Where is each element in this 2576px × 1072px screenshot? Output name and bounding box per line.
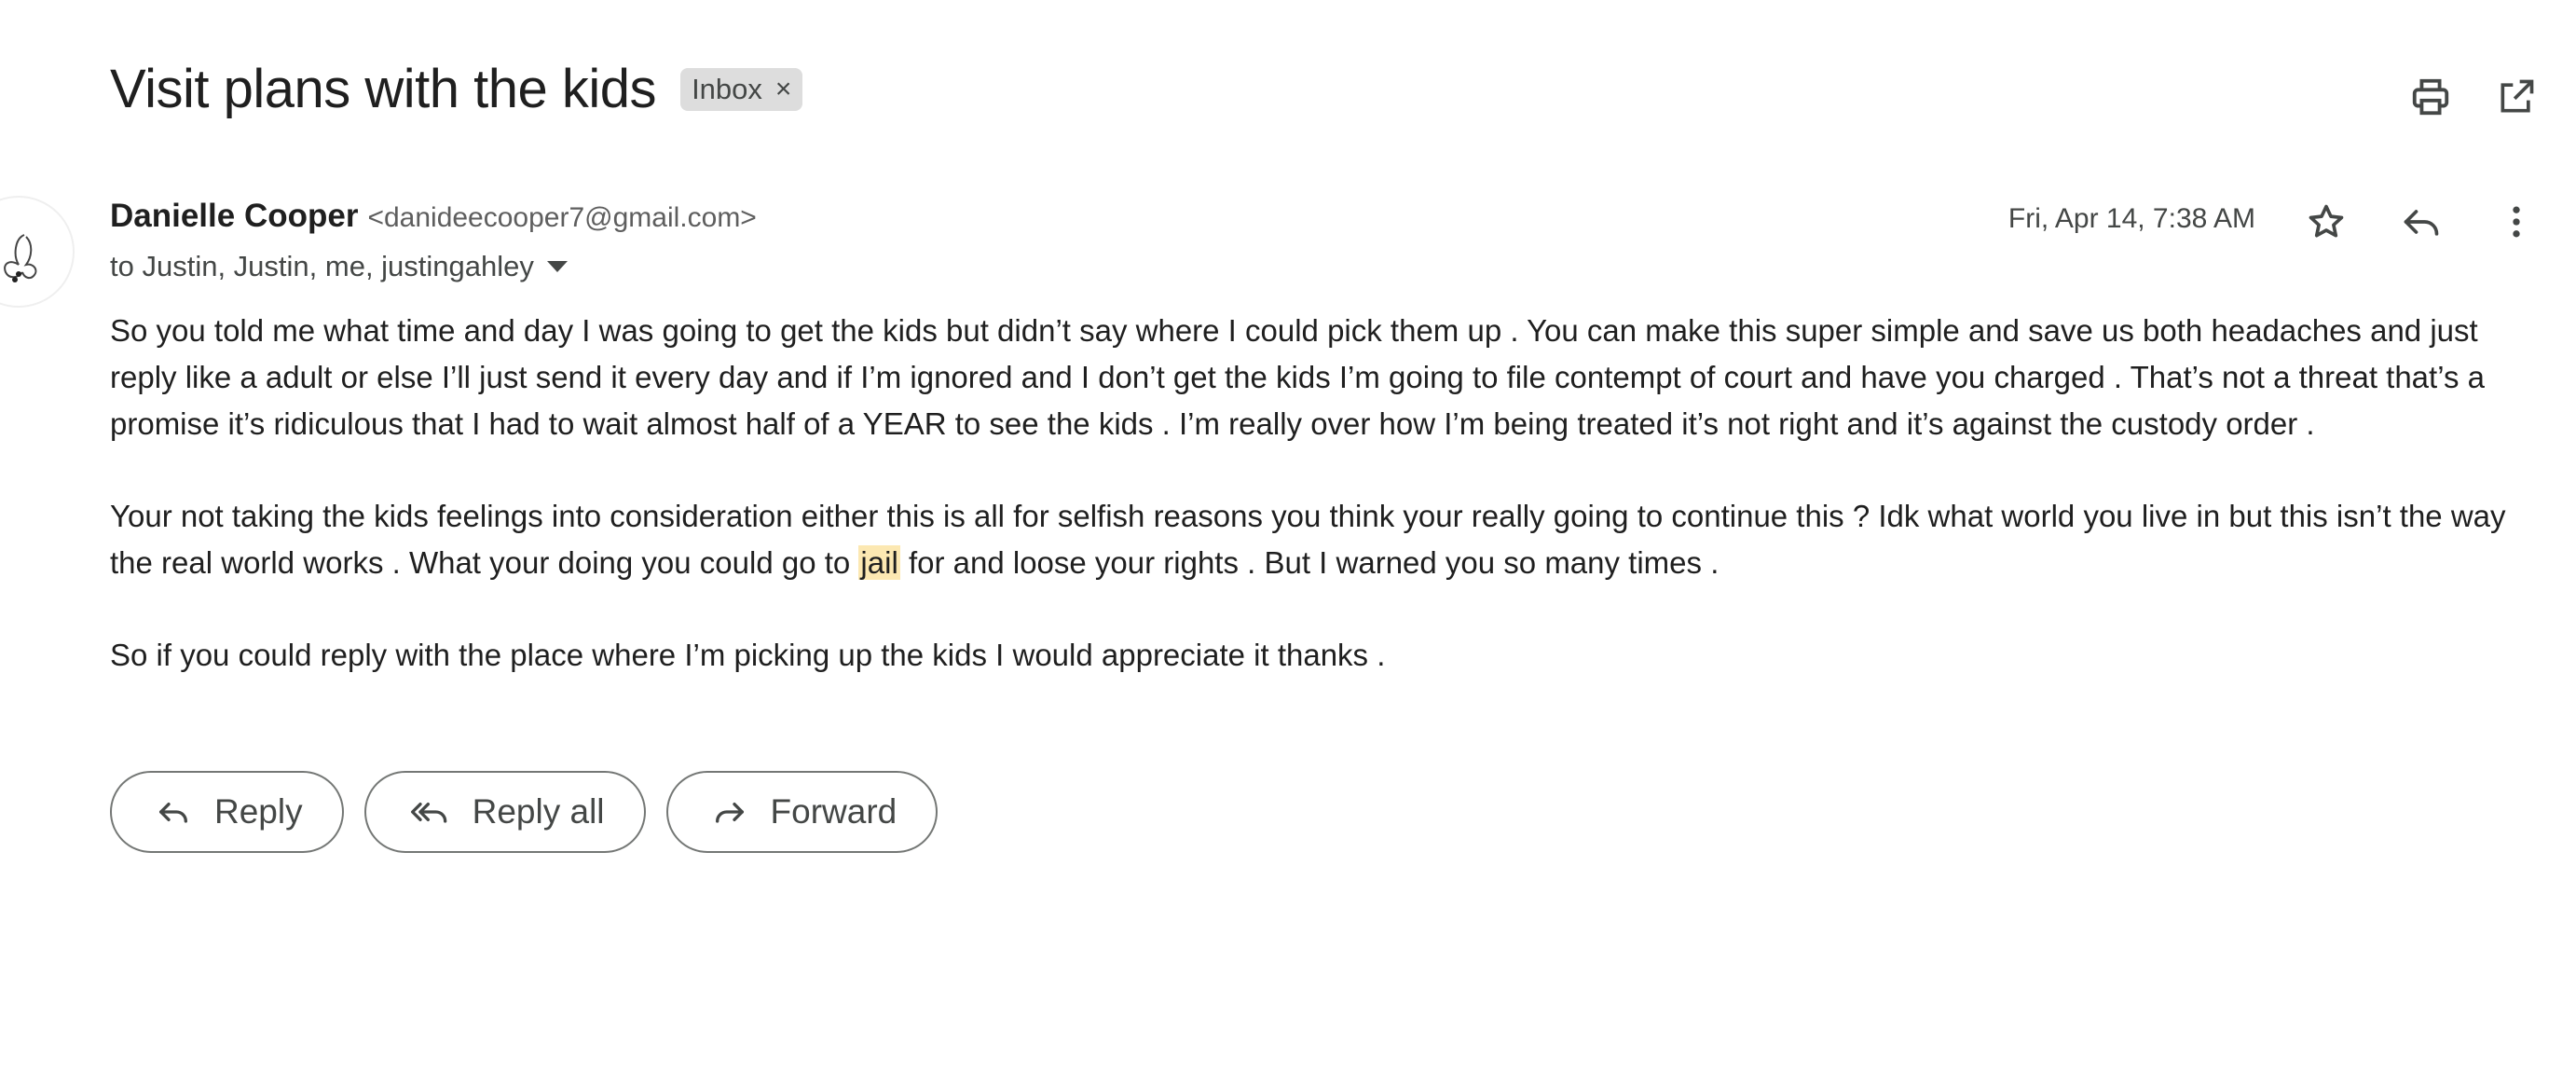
body-paragraph: Your not taking the kids feelings into c… [110, 493, 2533, 586]
reply-all-button[interactable]: Reply all [363, 771, 646, 853]
inbox-label-chip[interactable]: Inbox × [680, 67, 803, 111]
forward-icon [711, 793, 748, 831]
email-subject: Visit plans with the kids [110, 59, 657, 119]
sender-name[interactable]: Danielle Cooper [110, 198, 358, 235]
body-paragraph: So you told me what time and day I was g… [110, 313, 2485, 441]
recipients-row: to Justin, Justin, me, justingahley [110, 250, 568, 283]
email-date: Fri, Apr 14, 7:38 AM [2007, 203, 2255, 234]
highlighted-word: jail [858, 545, 900, 580]
recipients-text: to Justin, Justin, me, justingahley [110, 250, 534, 282]
forward-label: Forward [770, 792, 897, 831]
show-details-chevron-down-icon[interactable] [546, 261, 568, 272]
star-icon[interactable] [2298, 194, 2354, 250]
email-view: Visit plans with the kids Inbox × Daniel… [0, 0, 2576, 1072]
print-icon[interactable] [2403, 69, 2459, 125]
butterfly-avatar [4, 234, 37, 282]
subject-row: Visit plans with the kids Inbox × [110, 58, 803, 120]
more-vert-icon[interactable] [2488, 194, 2544, 250]
label-chip-text: Inbox [692, 72, 762, 105]
sender-avatar [0, 196, 75, 308]
reply-all-label: Reply all [472, 792, 605, 831]
action-buttons: Reply Reply all Forward [110, 771, 958, 853]
remove-label-icon[interactable]: × [775, 74, 792, 105]
body-paragraph: So if you could reply with the place whe… [110, 638, 1386, 672]
sender-email: <danideecooper7@gmail.com> [367, 202, 757, 233]
reply-icon [155, 793, 192, 831]
reply-all-icon [409, 793, 450, 831]
reply-label: Reply [214, 792, 303, 831]
body-text: for and loose your rights . But I warned… [899, 545, 1720, 580]
reply-button[interactable]: Reply [110, 771, 344, 853]
forward-button[interactable]: Forward [665, 771, 939, 853]
sender-row: Danielle Cooper <danideecooper7@gmail.co… [110, 198, 757, 235]
reply-icon[interactable] [2393, 194, 2449, 250]
email-body: So you told me what time and day I was g… [110, 308, 2533, 724]
open-in-new-icon[interactable] [2488, 69, 2544, 125]
